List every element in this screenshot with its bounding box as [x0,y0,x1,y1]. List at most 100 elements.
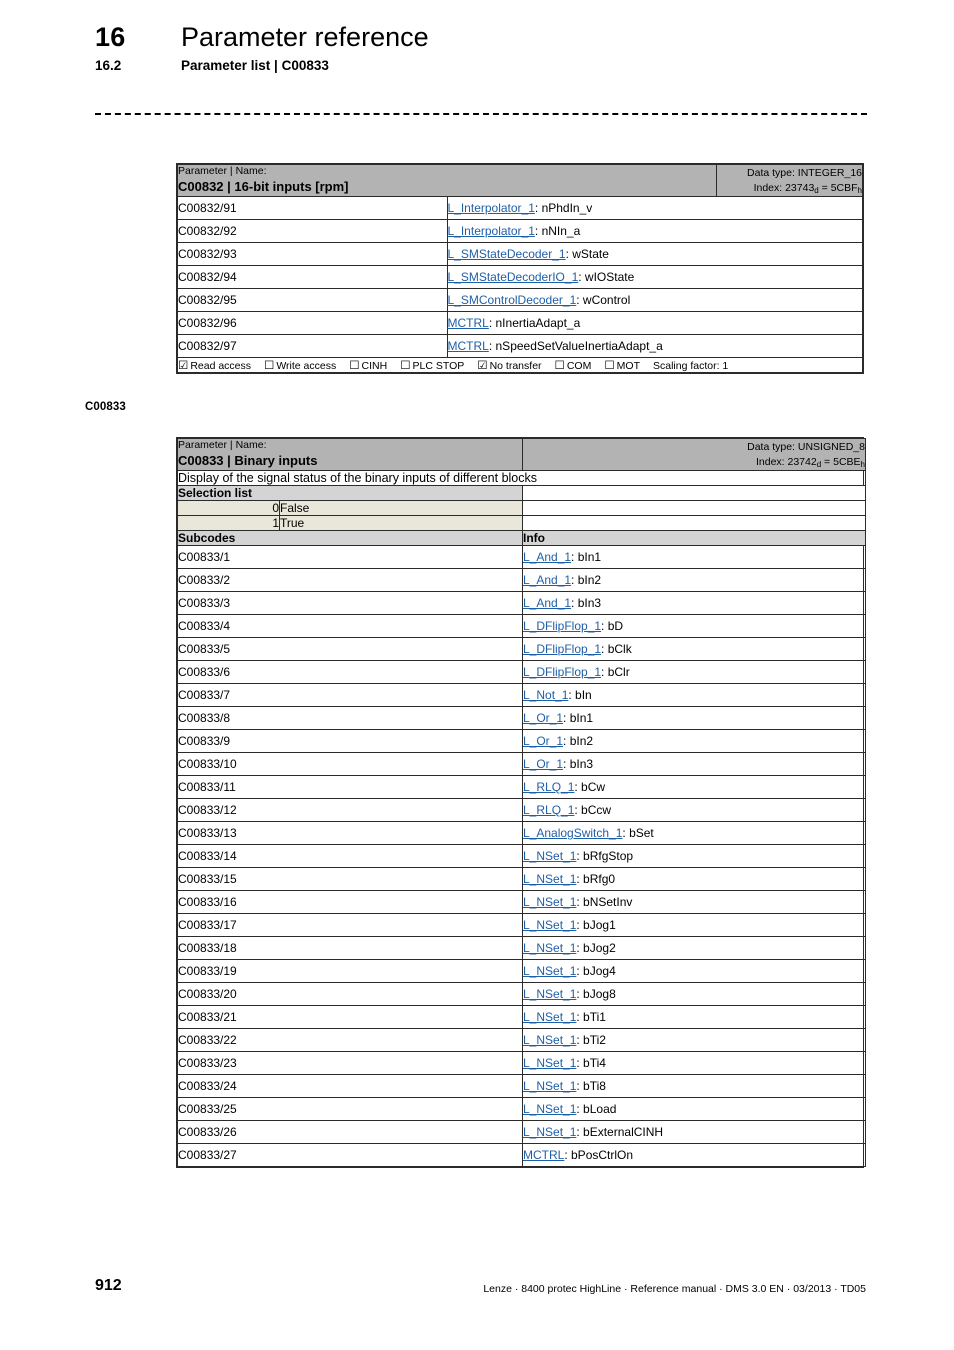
signal-name: : bIn1 [571,550,602,565]
signal-name: : bNSetInv [576,895,633,910]
signal-name: : bClk [601,642,632,657]
info-cell: L_NSet_1: bTi8 [522,1074,866,1099]
index-mid: = 5CBF [818,181,858,194]
block-link[interactable]: L_NSet_1 [523,849,576,863]
block-link[interactable]: L_And_1 [523,550,571,564]
checkbox-unchecked-icon: ☐ [349,360,360,373]
checkbox-unchecked-icon: ☐ [400,360,411,373]
block-link[interactable]: L_NSet_1 [523,872,576,886]
block-link[interactable]: L_Or_1 [523,734,563,748]
subcode-cell: C00832/92 [177,219,448,244]
info-cell: L_NSet_1: bTi4 [522,1051,866,1076]
subcode-cell: C00832/96 [177,311,448,336]
block-link[interactable]: L_NSet_1 [523,918,576,932]
block-link[interactable]: L_NSet_1 [523,1102,576,1116]
selection-list-header: Selection list [177,485,523,502]
table-row: C00833/24 L_NSet_1: bTi8 [177,1074,866,1099]
section-number: 16.2 [95,58,122,73]
table-row: C00833/8 L_Or_1: bIn1 [177,706,866,731]
table-row: C00832/97 MCTRL: nSpeedSetValueInertiaAd… [177,334,863,359]
info-cell: L_NSet_1: bExternalCINH [522,1120,866,1145]
block-link[interactable]: L_NSet_1 [523,1033,576,1047]
info-cell: L_SMStateDecoderIO_1: wIOState [446,265,863,290]
block-link[interactable]: L_NSet_1 [523,964,576,978]
table-row: C00833/6 L_DFlipFlop_1: bClr [177,660,866,685]
table-row: C00833/25 L_NSet_1: bLoad [177,1097,866,1122]
parameter-name-kicker: Parameter | Name: [178,165,267,177]
block-link[interactable]: L_Not_1 [523,688,568,702]
selection-list-blank-cell [522,485,866,502]
signal-name: : bExternalCINH [576,1125,664,1140]
block-link[interactable]: L_RLQ_1 [523,780,574,794]
info-cell: L_DFlipFlop_1: bClr [522,660,866,685]
index-sub-dec: d [816,459,822,469]
selection-label: True [279,515,523,532]
table-row: C00833/22 L_NSet_1: bTi2 [177,1028,866,1053]
selection-list-header-row: Selection list [177,485,866,502]
block-link[interactable]: L_DFlipFlop_1 [523,642,601,656]
block-link[interactable]: L_NSet_1 [523,1079,576,1093]
legend-label: Read access [190,360,252,373]
legend-write-access: ☐ Write access [264,358,336,372]
parameter-name-value: C00833 | Binary inputs [178,453,318,469]
block-link[interactable]: MCTRL [523,1148,564,1162]
block-link[interactable]: L_NSet_1 [523,1010,576,1024]
block-link[interactable]: L_DFlipFlop_1 [523,619,601,633]
block-link[interactable]: MCTRL [448,316,489,330]
block-link[interactable]: L_SMStateDecoderIO_1 [448,270,579,284]
checkbox-checked-icon: ☑ [178,360,189,373]
info-cell: L_Not_1: bIn [522,683,866,708]
block-link[interactable]: L_And_1 [523,596,571,610]
block-link[interactable]: L_NSet_1 [523,1125,576,1139]
header-divider [95,113,867,115]
subcode-cell: C00833/27 [177,1143,523,1168]
block-link[interactable]: L_NSet_1 [523,987,576,1001]
signal-name: : bD [601,619,624,634]
block-link[interactable]: L_And_1 [523,573,571,587]
block-link[interactable]: L_NSet_1 [523,941,576,955]
selection-value: 1 [177,515,280,532]
info-cell: MCTRL: nInertiaAdapt_a [446,311,863,336]
block-link[interactable]: L_Or_1 [523,711,563,725]
block-link[interactable]: L_AnalogSwitch_1 [523,826,622,840]
table-row: C00833/3 L_And_1: bIn3 [177,591,866,616]
block-link[interactable]: L_NSet_1 [523,895,576,909]
block-link[interactable]: L_Or_1 [523,757,563,771]
table-row: C00833/10 L_Or_1: bIn3 [177,752,866,777]
subcode-cell: C00833/3 [177,591,523,616]
legend-label: MOT [616,360,640,373]
table-row: C00833/15 L_NSet_1: bRfg0 [177,867,866,892]
block-link[interactable]: L_SMStateDecoder_1 [448,247,566,261]
info-cell: L_NSet_1: bTi2 [522,1028,866,1053]
description-row: Display of the signal status of the bina… [177,470,866,487]
signal-name: : bSet [622,826,654,841]
table-row: C00833/14 L_NSet_1: bRfgStop [177,844,866,869]
block-link[interactable]: L_SMControlDecoder_1 [448,293,577,307]
block-link[interactable]: L_DFlipFlop_1 [523,665,601,679]
block-link[interactable]: L_Interpolator_1 [448,201,535,215]
subcode-cell: C00833/21 [177,1005,523,1030]
table-row: C00833/19 L_NSet_1: bJog4 [177,959,866,984]
block-link[interactable]: MCTRL [448,339,489,353]
block-link[interactable]: L_Interpolator_1 [448,224,535,238]
subcode-cell: C00833/2 [177,568,523,593]
table-row: C00833/2 L_And_1: bIn2 [177,568,866,593]
table-title-band: Parameter | Name: C00833 | Binary inputs… [177,437,866,472]
info-column-header: Info [522,530,866,547]
block-link[interactable]: L_RLQ_1 [523,803,574,817]
index-label: Index: 23743d = 5CBFh [717,181,862,195]
selection-list-blank-cell [522,500,866,517]
access-legend-row: ☑ Read access ☐ Write access ☐ CINH ☐ PLC STOP ☑… [177,357,863,374]
checkbox-unchecked-icon: ☐ [604,360,615,373]
index-sub-dec: d [814,185,819,195]
signal-name: : nNIn_a [534,224,581,239]
info-cell: L_Or_1: bIn2 [522,729,866,754]
signal-name: : bJog2 [576,941,616,956]
signal-name: : bCcw [574,803,612,818]
subcode-cell: C00832/95 [177,288,448,313]
block-link[interactable]: L_NSet_1 [523,1056,576,1070]
subcode-cell: C00833/5 [177,637,523,662]
signal-name: : bIn3 [571,596,602,611]
selection-list-blank-cell [522,515,866,532]
info-cell: L_Or_1: bIn1 [522,706,866,731]
